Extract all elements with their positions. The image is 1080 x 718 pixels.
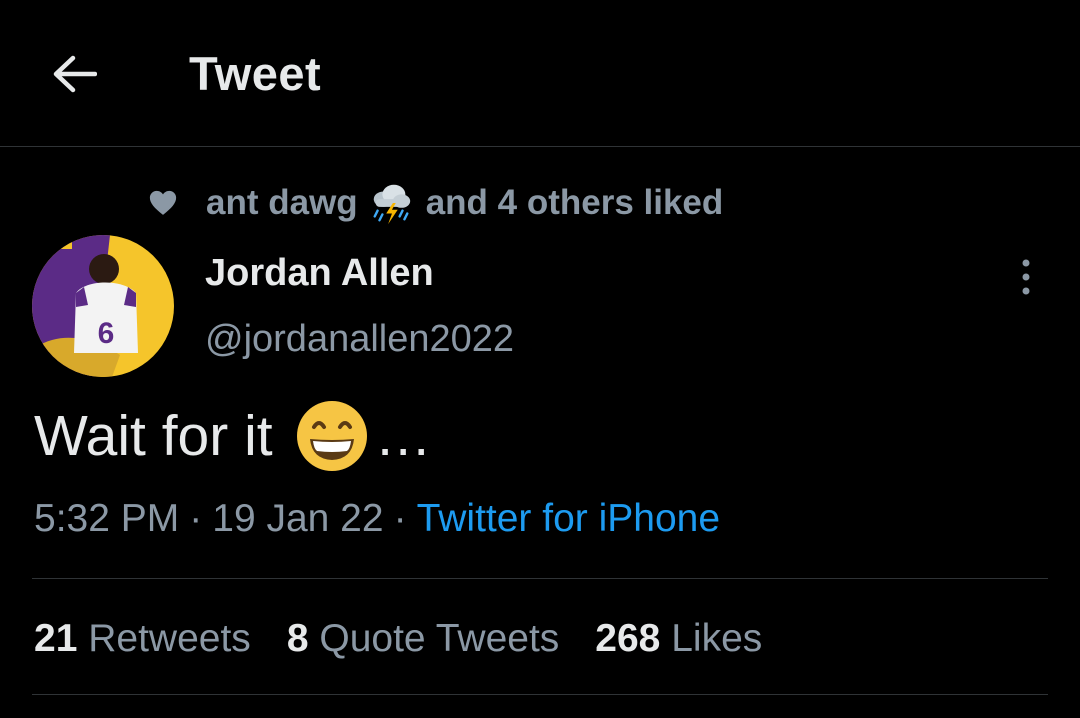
- more-options-button[interactable]: [1004, 252, 1048, 302]
- arrow-left-icon: [53, 55, 97, 93]
- tweet-date[interactable]: 19 Jan 22: [212, 497, 383, 541]
- heart-icon: [149, 190, 177, 215]
- tweet-text: Wait for it …: [34, 398, 432, 474]
- quote-tweets-label: Quote Tweets: [319, 617, 560, 660]
- profile-photo: 6: [32, 235, 174, 377]
- tweet-text-body: Wait for it: [34, 404, 273, 468]
- header-divider: [0, 146, 1080, 147]
- likes-count: 268: [595, 617, 661, 660]
- liked-suffix: and 4 others liked: [425, 183, 724, 222]
- divider: [32, 694, 1048, 695]
- meta-separator: ·: [189, 497, 203, 540]
- avatar[interactable]: 6: [32, 235, 174, 377]
- tweet-source-link[interactable]: Twitter for iPhone: [417, 497, 720, 541]
- tweet-stats: 21 Retweets 8 Quote Tweets 268 Likes: [34, 612, 798, 666]
- retweets-label: Retweets: [88, 617, 251, 660]
- svg-text:6: 6: [98, 317, 115, 350]
- likes-stat[interactable]: 268 Likes: [595, 617, 762, 661]
- cloud-with-lightning-and-rain-icon: [373, 184, 410, 225]
- retweets-stat[interactable]: 21 Retweets: [34, 617, 251, 661]
- retweets-count: 21: [34, 617, 78, 660]
- page-title: Tweet: [189, 47, 322, 100]
- back-button[interactable]: [44, 44, 104, 104]
- quote-tweets-count: 8: [286, 617, 309, 660]
- tweet-text-suffix: …: [374, 404, 432, 468]
- top-bar: Tweet: [0, 0, 1080, 146]
- meta-separator: ·: [393, 497, 407, 540]
- quote-tweets-stat[interactable]: 8 Quote Tweets: [287, 617, 559, 661]
- divider: [32, 578, 1048, 579]
- tweet-meta: 5:32 PM · 19 Jan 22 · Twitter for iPhone: [34, 492, 720, 546]
- social-context[interactable]: ant dawg and 4 others liked: [148, 180, 723, 226]
- tweet-time[interactable]: 5:32 PM: [34, 497, 179, 541]
- liker-name: ant dawg: [206, 183, 358, 222]
- author-name[interactable]: Jordan Allen: [205, 250, 434, 296]
- likes-label: Likes: [671, 617, 763, 660]
- more-vertical-icon: [1022, 259, 1030, 295]
- grinning-face-icon: [296, 401, 367, 471]
- author-handle[interactable]: @jordanallen2022: [205, 316, 514, 362]
